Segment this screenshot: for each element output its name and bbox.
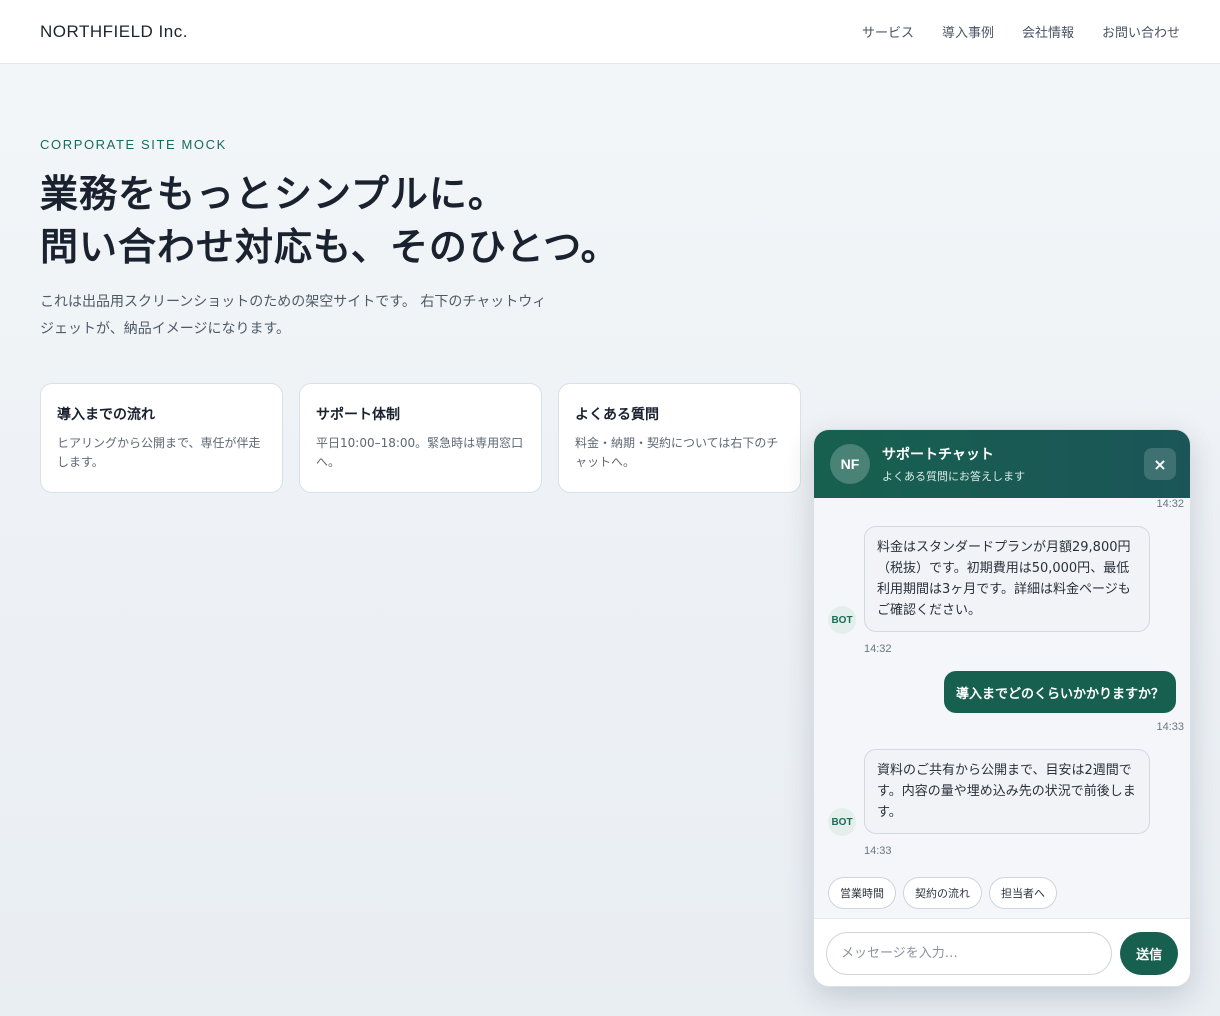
message-time: 14:32 (864, 643, 892, 655)
bot-avatar: BOT (828, 808, 856, 836)
message-time: 14:33 (864, 845, 892, 857)
send-button[interactable]: 送信 (1120, 932, 1178, 975)
close-icon: × (1153, 454, 1167, 474)
nav-link-case-studies[interactable]: 導入事例 (942, 22, 994, 41)
nav-link-company[interactable]: 会社情報 (1022, 22, 1074, 41)
site-logo[interactable]: NORTHFIELD Inc. (40, 22, 188, 42)
card-title: 導入までの流れ (57, 407, 155, 423)
quick-reply-contract-flow[interactable]: 契約の流れ (903, 877, 982, 909)
card-text: ヒアリングから公開まで、専任が伴走します。 (57, 436, 261, 469)
user-message: 導入までどのくらいかかりますか？ (943, 671, 1176, 713)
chat-input-bar: 送信 (814, 918, 1190, 986)
chat-messages[interactable]: 14:32 料金はスタンダードプランが月額29,800円（税抜）です。初期費用は… (814, 498, 1190, 918)
chat-subtitle: よくある質問にお答えします (882, 470, 1025, 483)
feature-card-faq: よくある質問 料金・納期・契約については右下のチャットへ。 (558, 383, 801, 493)
chat-titles: サポートチャット よくある質問にお答えします (882, 444, 1144, 484)
card-text: 平日10:00–18:00。緊急時は専用窓口へ。 (316, 436, 524, 469)
message-time: 14:32 (1156, 498, 1184, 510)
hero-eyebrow: CORPORATE SITE MOCK (40, 137, 227, 152)
nav-link-contact[interactable]: お問い合わせ (1102, 22, 1180, 41)
bot-message: 資料のご共有から公開まで、目安は2週間です。内容の量や埋め込み先の状況で前後しま… (864, 749, 1150, 834)
quick-reply-business-hours[interactable]: 営業時間 (828, 877, 896, 909)
bot-avatar: BOT (828, 606, 856, 634)
quick-replies: 営業時間 契約の流れ 担当者へ (828, 877, 1057, 909)
card-title: サポート体制 (316, 407, 400, 423)
main-nav: サービス 導入事例 会社情報 お問い合わせ (862, 22, 1180, 41)
hero-title-line-1: 業務をもっとシンプルに。 (40, 172, 507, 216)
feature-cards: 導入までの流れ ヒアリングから公開まで、専任が伴走します。 サポート体制 平日1… (40, 383, 801, 493)
chat-widget: NF サポートチャット よくある質問にお答えします × 14:32 料金はスタン… (813, 429, 1191, 987)
chat-close-button[interactable]: × (1144, 448, 1176, 480)
chat-message-input[interactable] (826, 932, 1113, 975)
hero-title-line-2: 問い合わせ対応も、そのひとつ。 (40, 225, 620, 269)
message-time: 14:33 (1156, 721, 1184, 733)
bot-message: 料金はスタンダードプランが月額29,800円（税抜）です。初期費用は50,000… (864, 526, 1150, 632)
card-title: よくある質問 (575, 407, 659, 423)
quick-reply-contact-agent[interactable]: 担当者へ (989, 877, 1057, 909)
hero-description: これは出品用スクリーンショットのための架空サイトです。 右下のチャットウィジェッ… (40, 294, 547, 337)
chat-avatar: NF (830, 444, 870, 484)
chat-header: NF サポートチャット よくある質問にお答えします × (814, 430, 1190, 498)
nav-link-services[interactable]: サービス (862, 22, 914, 41)
chat-title: サポートチャット (882, 447, 994, 463)
hero-title: 業務をもっとシンプルに。 問い合わせ対応も、そのひとつ。 (40, 168, 760, 274)
feature-card-support: サポート体制 平日10:00–18:00。緊急時は専用窓口へ。 (299, 383, 542, 493)
card-text: 料金・納期・契約については右下のチャットへ。 (575, 436, 779, 469)
feature-card-onboarding: 導入までの流れ ヒアリングから公開まで、専任が伴走します。 (40, 383, 283, 493)
site-header: NORTHFIELD Inc. サービス 導入事例 会社情報 お問い合わせ (0, 0, 1220, 64)
